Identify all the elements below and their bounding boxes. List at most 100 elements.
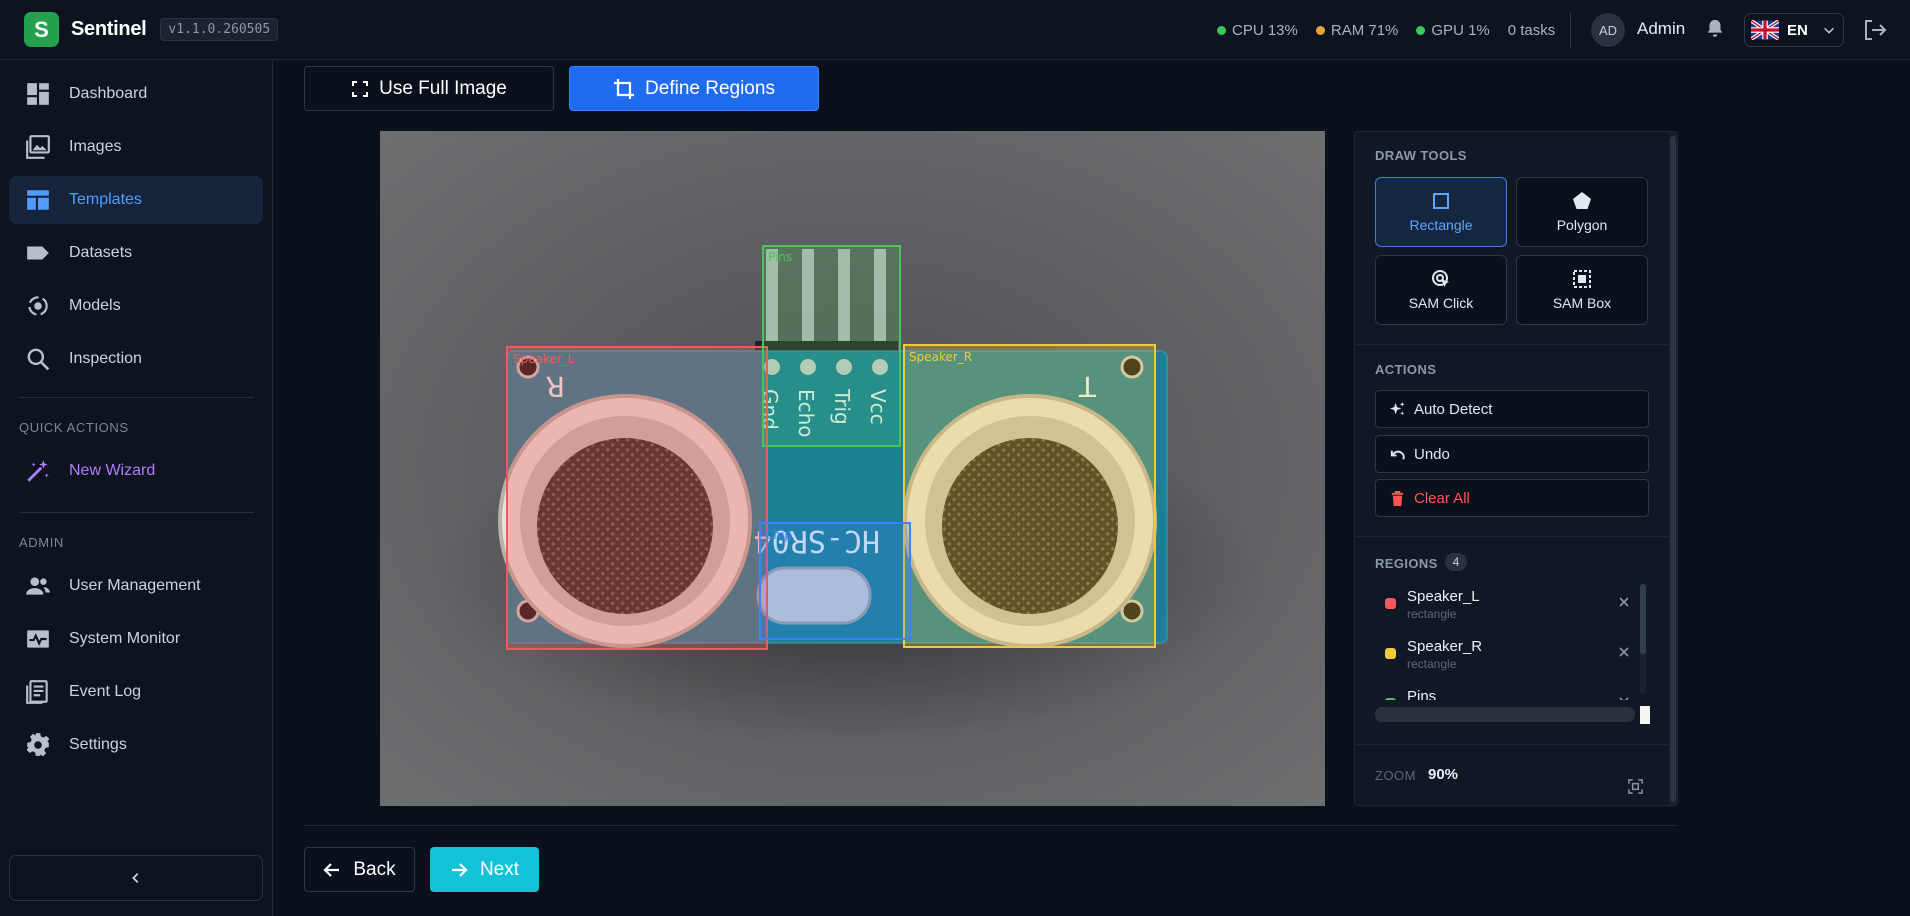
fullscreen-icon [352, 80, 369, 97]
arrow-right-icon [451, 862, 468, 877]
region-type: rectangle [1407, 607, 1457, 621]
sidebar-item-label: Settings [69, 736, 127, 753]
list-item[interactable]: Speaker_L rectangle [1375, 580, 1635, 630]
undo-button[interactable]: Undo [1375, 435, 1649, 473]
list-item[interactable]: Pins rectangle [1375, 680, 1635, 700]
sidebar-item-label: Models [69, 297, 121, 314]
regions-scrollbar-thumb[interactable] [1640, 584, 1646, 654]
use-full-image-button[interactable]: Use Full Image [304, 66, 554, 111]
sidebar-item-event-log[interactable]: Event Log [9, 668, 263, 716]
back-label: Back [353, 858, 396, 880]
sidebar-item-templates[interactable]: Templates [9, 176, 263, 224]
tool-sam-box[interactable]: SAM Box [1516, 255, 1648, 325]
event-log-icon [26, 680, 48, 704]
avatar[interactable]: AD [1591, 13, 1625, 47]
region-label-speaker-l: Speaker_L [513, 352, 575, 366]
sidebar-item-images[interactable]: Images [9, 123, 263, 171]
admin-title: ADMIN [19, 535, 64, 550]
scrollbar-corner [1640, 706, 1650, 724]
sidebar-item-label: Inspection [69, 350, 142, 367]
sidebar-divider [19, 397, 254, 398]
logout-icon[interactable] [1862, 18, 1888, 42]
rectangle-icon [1433, 193, 1449, 209]
sidebar-item-label: Datasets [69, 244, 133, 261]
polygon-icon [1573, 192, 1591, 209]
sidebar-item-datasets[interactable]: Datasets [9, 229, 263, 277]
sidebar-item-models[interactable]: Models [9, 282, 263, 330]
region-pins[interactable]: Pins [762, 245, 901, 447]
chevron-down-icon [1823, 27, 1834, 34]
ram-stat-label: RAM 71% [1330, 21, 1399, 39]
users-icon [26, 577, 50, 595]
region-name: Speaker_L [1407, 588, 1480, 605]
sidebar-item-system-monitor[interactable]: System Monitor [9, 615, 263, 663]
region-label-speaker-r: Speaker_R [909, 350, 972, 364]
top-bar: S Sentinel v1.1.0.260505 CPU 13% RAM 71%… [0, 0, 1910, 60]
region-name: Speaker_R [1407, 638, 1483, 655]
images-icon [26, 135, 50, 159]
close-icon[interactable] [1617, 695, 1631, 700]
actions-title: ACTIONS [1375, 362, 1437, 377]
sidebar-item-user-management[interactable]: User Management [9, 562, 263, 610]
user-name[interactable]: Admin [1637, 19, 1685, 39]
region-chip[interactable]: Chip [759, 522, 911, 640]
close-icon[interactable] [1617, 645, 1631, 659]
region-type: rectangle [1407, 657, 1457, 671]
region-color-swatch [1385, 698, 1396, 700]
next-button[interactable]: Next [430, 847, 539, 892]
panel-scrollbar-thumb[interactable] [1670, 136, 1676, 802]
cpu-stat: CPU 13% [1217, 22, 1298, 39]
sam-box-icon [1573, 270, 1591, 288]
panel-scrollbar[interactable] [1669, 132, 1677, 805]
uk-flag-icon [1751, 20, 1779, 40]
monitor-icon [27, 630, 49, 648]
tasks-stat: 0 tasks [1508, 22, 1556, 39]
list-item[interactable]: Speaker_R rectangle [1375, 630, 1635, 680]
next-label: Next [479, 858, 520, 880]
logo-letter: S [34, 16, 49, 42]
gear-icon [26, 733, 50, 757]
collapse-sidebar-button[interactable] [9, 855, 263, 901]
crop-icon [614, 78, 635, 99]
regions-count-badge: 4 [1445, 553, 1467, 571]
cpu-status-dot [1217, 25, 1226, 35]
region-label-pins: Pins [768, 250, 792, 264]
sidebar-item-new-wizard[interactable]: New Wizard [9, 447, 263, 495]
regions-vertical-scrollbar[interactable] [1640, 584, 1646, 694]
tools-panel: DRAW TOOLS Rectangle Polygon SAM Click S… [1354, 131, 1678, 806]
language-code: EN [1787, 21, 1808, 39]
define-regions-button[interactable]: Define Regions [569, 66, 819, 111]
sidebar-item-label: System Monitor [69, 630, 181, 647]
tool-rectangle[interactable]: Rectangle [1375, 177, 1507, 247]
regions-horizontal-scrollbar[interactable] [1375, 707, 1635, 722]
tool-polygon[interactable]: Polygon [1516, 177, 1648, 247]
sidebar-item-label: Event Log [69, 683, 142, 700]
regions-title: REGIONS [1375, 556, 1438, 571]
sidebar-item-label: Dashboard [69, 85, 148, 102]
sidebar-item-label: Templates [69, 191, 142, 208]
fit-to-screen-icon[interactable] [1627, 778, 1644, 795]
sidebar-item-label: New Wizard [69, 462, 156, 479]
auto-detect-button[interactable]: Auto Detect [1375, 390, 1649, 428]
region-speaker-l[interactable]: Speaker_L [506, 346, 768, 650]
sidebar-item-dashboard[interactable]: Dashboard [9, 70, 263, 118]
bell-icon[interactable] [1704, 17, 1726, 41]
back-button[interactable]: Back [304, 847, 415, 892]
app-logo[interactable]: S [24, 12, 59, 47]
tool-sam-click[interactable]: SAM Click [1375, 255, 1507, 325]
region-speaker-r[interactable]: Speaker_R [903, 344, 1156, 648]
sidebar-item-inspection[interactable]: Inspection [9, 335, 263, 383]
version-badge: v1.1.0.260505 [160, 18, 279, 41]
gpu-stat-label: GPU 1% [1431, 21, 1490, 39]
sidebar-item-settings[interactable]: Settings [9, 721, 263, 769]
chevron-left-icon [132, 873, 139, 883]
language-selector[interactable]: EN [1744, 13, 1844, 47]
tool-sam-click-label: SAM Click [1408, 295, 1474, 311]
use-full-image-label: Use Full Image [379, 77, 507, 99]
search-icon [27, 348, 50, 371]
inspection-image: Gnd Echo Trig Vcc R T HC-SR04 Speaker_L [380, 131, 1325, 806]
image-canvas[interactable]: Gnd Echo Trig Vcc R T HC-SR04 Speaker_L [380, 131, 1325, 806]
clear-all-button[interactable]: Clear All [1375, 479, 1649, 517]
regions-list[interactable]: Speaker_L rectangle Speaker_R rectangle … [1375, 580, 1635, 700]
close-icon[interactable] [1617, 595, 1631, 609]
